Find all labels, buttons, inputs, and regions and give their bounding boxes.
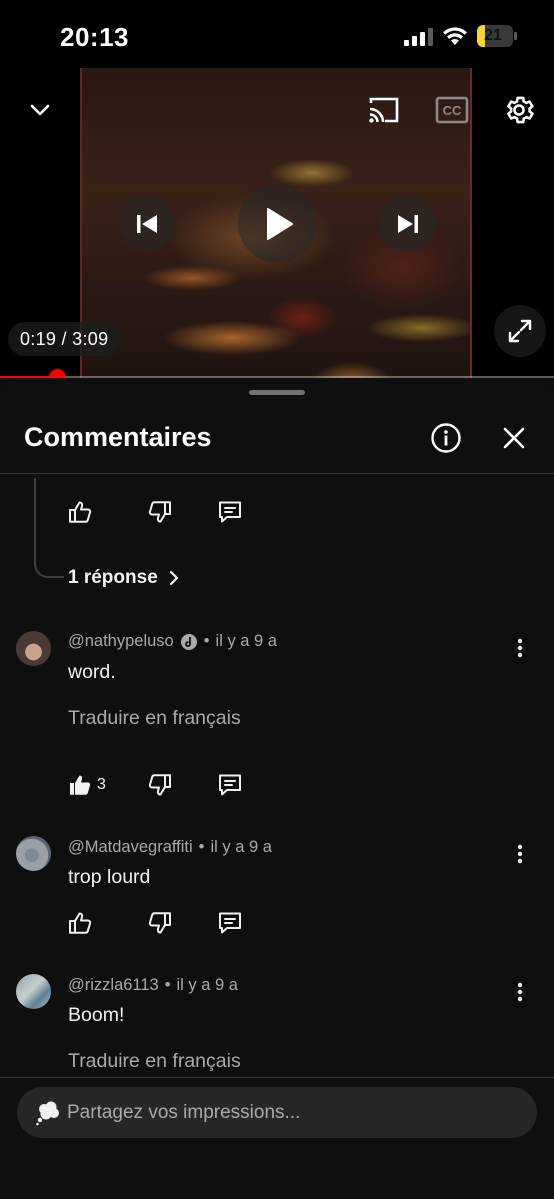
chevron-right-icon: [169, 570, 178, 586]
progress-bar[interactable]: [0, 369, 554, 378]
minimize-player-button[interactable]: [22, 92, 58, 128]
settings-gear-icon: [507, 96, 534, 124]
comment-text: Boom!: [68, 1004, 125, 1026]
replies-link-label: 1 réponse: [68, 567, 158, 588]
comments-sheet: Commentaires 1 réponse @nathypeluso • il…: [0, 380, 554, 1199]
cast-button[interactable]: [364, 90, 404, 130]
chevron-down-icon: [30, 104, 50, 116]
meta-dot: •: [198, 838, 205, 856]
comment-menu-button[interactable]: [510, 840, 530, 868]
video-player[interactable]: CC 0:19 / 3:09: [0, 68, 554, 378]
comment-reply-icon: [219, 501, 241, 523]
drag-handle[interactable]: [249, 390, 305, 395]
comment-reply-icon: [219, 774, 241, 796]
commenter-avatar[interactable]: [16, 974, 51, 1009]
meta-dot: •: [203, 632, 210, 650]
captions-button[interactable]: CC: [432, 92, 472, 128]
like-button[interactable]: [66, 771, 94, 799]
comment-author[interactable]: @Matdavegraffiti: [68, 838, 193, 857]
replies-link[interactable]: 1 réponse: [68, 567, 180, 589]
fullscreen-icon: [508, 319, 532, 343]
reply-button[interactable]: [216, 909, 244, 937]
thumbs-down-icon: [148, 501, 171, 523]
info-icon: [431, 423, 461, 453]
reply-button[interactable]: [216, 771, 244, 799]
thumbs-down-icon: [148, 774, 171, 796]
wifi-icon: [443, 27, 467, 45]
battery-icon: 21: [477, 25, 513, 47]
comment-text: word.: [68, 661, 116, 683]
more-vert-icon: [517, 844, 523, 864]
next-video-button[interactable]: [379, 195, 436, 252]
time-readout: 0:19 / 3:09: [8, 322, 121, 356]
thumbs-up-icon: [69, 912, 92, 934]
more-vert-icon: [517, 638, 523, 658]
more-vert-icon: [517, 982, 523, 1002]
next-icon: [397, 214, 418, 233]
comment-time: il y a 9 a: [210, 838, 272, 856]
cellular-signal-icon: [404, 28, 433, 46]
settings-button[interactable]: [499, 90, 539, 130]
previous-icon: [136, 214, 157, 233]
battery-level: 21: [484, 27, 502, 44]
cast-icon: [369, 97, 399, 123]
cc-icon: CC: [435, 96, 469, 124]
previous-video-button[interactable]: [118, 195, 175, 252]
comment-reply-icon: [219, 912, 241, 934]
close-comments-button[interactable]: [496, 420, 532, 456]
like-count: 3: [97, 776, 106, 793]
like-button[interactable]: [66, 498, 94, 526]
commenter-avatar[interactable]: [16, 631, 51, 666]
meta-dot: •: [164, 976, 171, 994]
commenter-avatar[interactable]: [16, 836, 51, 871]
comment-menu-button[interactable]: [510, 634, 530, 662]
comment-menu-button[interactable]: [510, 978, 530, 1006]
comment-input[interactable]: [67, 1087, 517, 1138]
battery-cap: [514, 32, 517, 40]
thumbs-down-icon: [148, 912, 171, 934]
fullscreen-button[interactable]: [494, 305, 546, 357]
status-time: 20:13: [60, 22, 129, 52]
comment-meta: @Matdavegraffiti • il y a 9 a: [68, 838, 272, 857]
thumbs-up-filled-icon: [70, 775, 91, 795]
status-bar: 20:13 21: [0, 0, 554, 68]
comment-author[interactable]: @nathypeluso: [68, 632, 174, 651]
close-icon: [503, 427, 525, 449]
time-separator: /: [56, 329, 73, 349]
comment-time: il y a 9 a: [176, 976, 238, 994]
comment-time: il y a 9 a: [215, 632, 277, 650]
thought-bubble-icon: [36, 1101, 59, 1126]
info-button[interactable]: [428, 420, 464, 456]
play-button[interactable]: [238, 184, 317, 263]
comment-text: trop lourd: [68, 866, 151, 888]
verified-artist-icon: [180, 633, 197, 650]
header-divider: [0, 473, 554, 474]
current-time: 0:19: [20, 329, 57, 349]
translate-link[interactable]: Traduire en français: [68, 707, 241, 730]
like-button[interactable]: [66, 909, 94, 937]
play-icon: [266, 207, 293, 240]
composer-divider: [0, 1077, 554, 1078]
thumbs-up-icon: [69, 501, 92, 523]
svg-text:CC: CC: [443, 103, 462, 118]
comment-meta: @rizzla6113 • il y a 9 a: [68, 976, 238, 995]
translate-link[interactable]: Traduire en français: [68, 1050, 241, 1073]
reply-thread-line: [34, 478, 64, 578]
dislike-button[interactable]: [146, 771, 174, 799]
comments-title: Commentaires: [24, 422, 212, 452]
progress-scrubber[interactable]: [48, 369, 66, 378]
comment-author[interactable]: @rizzla6113: [68, 976, 159, 995]
dislike-button[interactable]: [146, 498, 174, 526]
reply-button[interactable]: [216, 498, 244, 526]
comment-composer[interactable]: [17, 1087, 537, 1138]
dislike-button[interactable]: [146, 909, 174, 937]
comment-meta: @nathypeluso • il y a 9 a: [68, 632, 277, 651]
duration: 3:09: [72, 329, 109, 349]
